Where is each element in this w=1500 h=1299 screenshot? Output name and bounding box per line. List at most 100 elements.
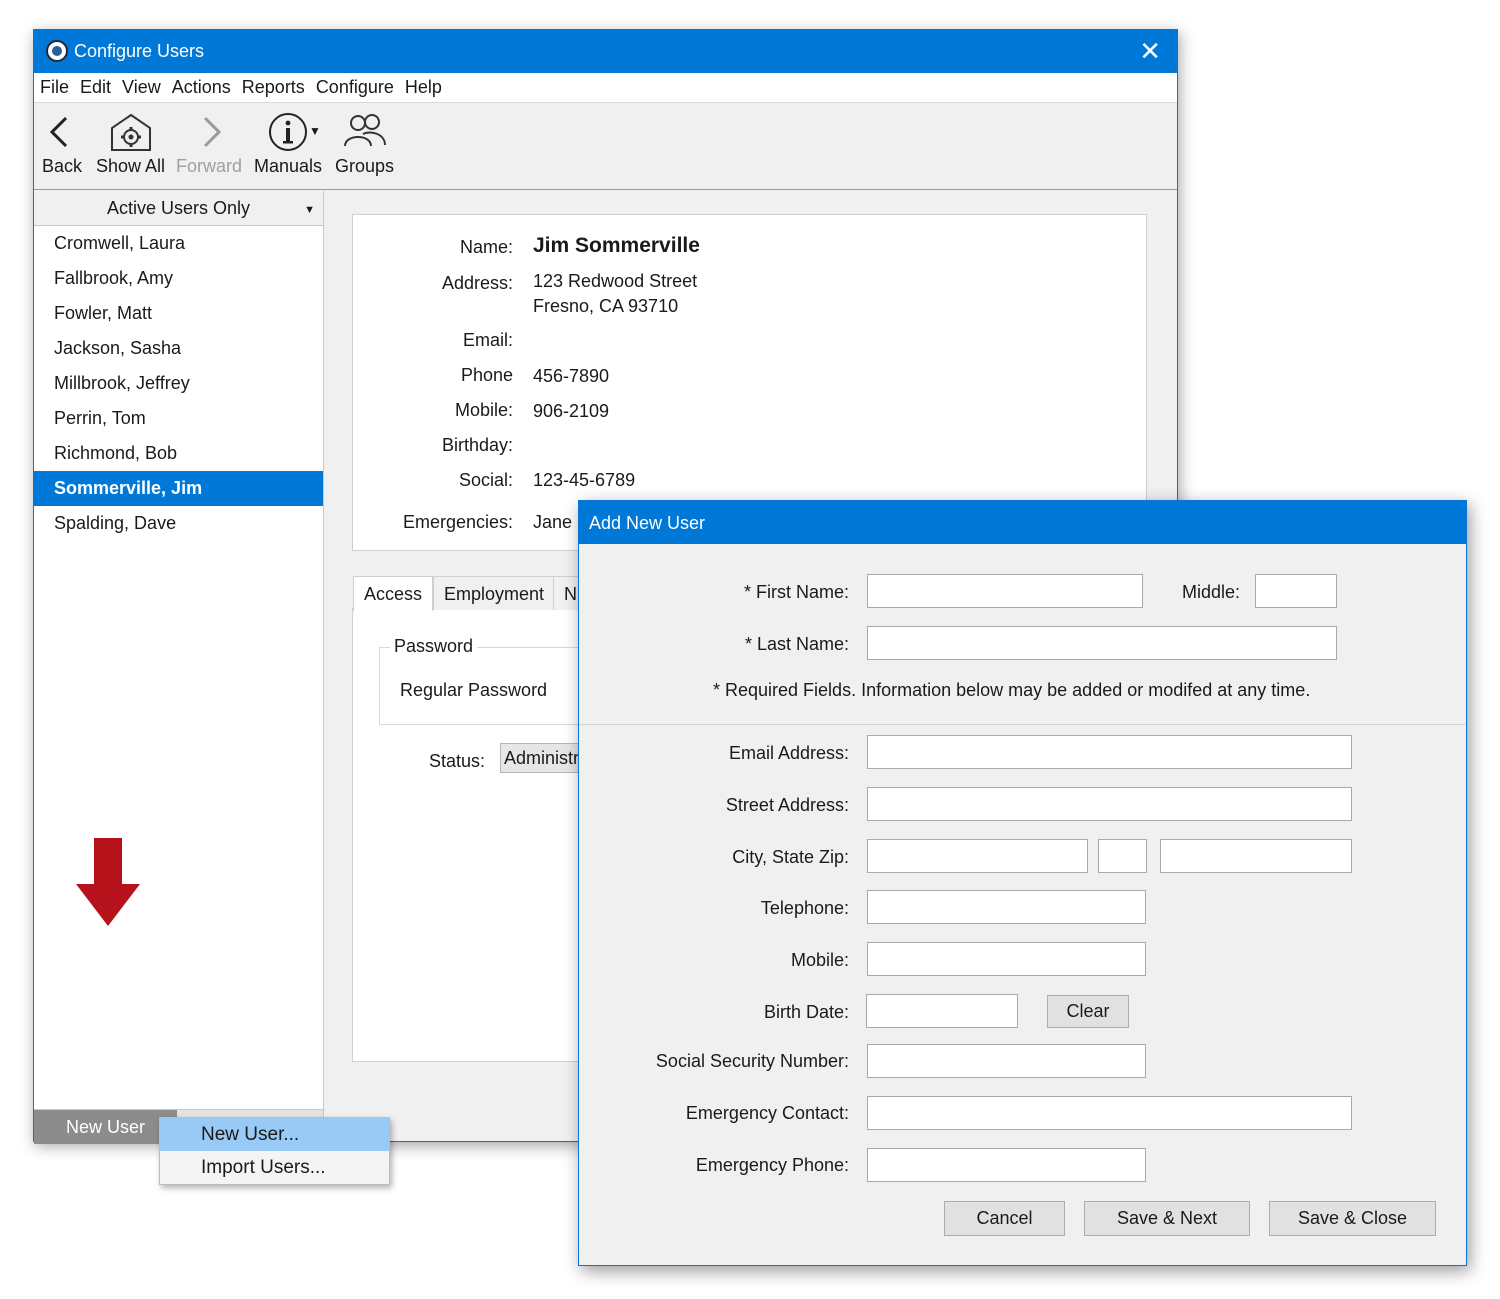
- show-all-button[interactable]: Show All: [96, 112, 165, 177]
- birth-date-input[interactable]: [866, 994, 1018, 1028]
- forward-arrow-icon: [203, 116, 222, 148]
- city-input[interactable]: [867, 839, 1088, 873]
- menu-help[interactable]: Help: [405, 77, 442, 98]
- address-line2-value: Fresno, CA 93710: [533, 296, 679, 316]
- red-down-arrow-icon: [76, 838, 140, 926]
- groups-button[interactable]: Groups: [335, 112, 394, 177]
- menu-reports[interactable]: Reports: [242, 77, 305, 98]
- ssn-input[interactable]: [867, 1044, 1146, 1078]
- city-state-zip-label: City, State Zip:: [732, 847, 849, 867]
- social-label: Social:: [458, 470, 513, 490]
- password-group-title: Password: [390, 636, 478, 657]
- back-label: Back: [42, 156, 83, 176]
- mobile-label: Mobile:: [790, 950, 849, 970]
- name-label: Name:: [459, 237, 513, 257]
- close-icon[interactable]: ✕: [1139, 36, 1161, 66]
- menu-file[interactable]: File: [40, 77, 69, 98]
- emergency-contact-input[interactable]: [867, 1096, 1352, 1130]
- back-button[interactable]: Back: [42, 112, 82, 177]
- name-value: Jim Sommerville: [533, 234, 700, 257]
- new-user-popup-menu: New User... Import Users...: [159, 1117, 390, 1185]
- add-new-user-dialog: Add New User * First Name: Middle: * Las…: [578, 500, 1467, 1266]
- menu-item-import-users[interactable]: Import Users...: [160, 1151, 389, 1184]
- menu-item-new-user[interactable]: New User...: [160, 1118, 389, 1151]
- user-filter-select[interactable]: Active Users Only ▼: [34, 191, 323, 226]
- back-arrow-icon: [49, 116, 68, 148]
- emergency-phone-input[interactable]: [867, 1148, 1146, 1182]
- cancel-button[interactable]: Cancel: [944, 1201, 1065, 1236]
- phone-value: 456-7890: [533, 366, 610, 386]
- show-all-label: Show All: [96, 156, 166, 176]
- address-line1-value: 123 Redwood Street: [533, 271, 698, 291]
- user-filter-value: Active Users Only: [106, 198, 251, 218]
- form-divider: [579, 724, 1466, 725]
- chevron-down-icon: ▼: [304, 204, 315, 216]
- phone-label: Phone: [460, 365, 513, 385]
- birthday-label: Birthday:: [441, 435, 513, 455]
- telephone-label: Telephone:: [760, 898, 849, 918]
- mobile-input[interactable]: [867, 942, 1146, 976]
- status-label: Status:: [429, 751, 486, 771]
- user-list-item[interactable]: Perrin, Tom: [34, 401, 323, 436]
- house-gear-icon: [110, 113, 151, 151]
- last-name-input[interactable]: [867, 626, 1337, 660]
- emergency-phone-label: Emergency Phone:: [695, 1155, 849, 1175]
- required-fields-note: * Required Fields. Information below may…: [713, 680, 1311, 700]
- app-logo-icon: [46, 40, 68, 62]
- forward-label: Forward: [176, 156, 243, 176]
- menu-bar: File Edit View Actions Reports Configure…: [34, 73, 1177, 103]
- user-list-item-selected[interactable]: Sommerville, Jim: [34, 471, 323, 506]
- emergency-contact-label: Emergency Contact:: [685, 1103, 849, 1123]
- manuals-button[interactable]: Manuals: [254, 112, 322, 177]
- dialog-title: Add New User: [589, 513, 706, 533]
- user-list-item[interactable]: Millbrook, Jeffrey: [34, 366, 323, 401]
- menu-configure[interactable]: Configure: [316, 77, 394, 98]
- birth-date-label: Birth Date:: [763, 1002, 849, 1022]
- groups-label: Groups: [335, 156, 395, 176]
- user-list-item[interactable]: Fallbrook, Amy: [34, 261, 323, 296]
- forward-button[interactable]: Forward: [176, 112, 242, 177]
- state-input[interactable]: [1098, 839, 1147, 873]
- email-address-label: Email Address:: [728, 743, 849, 763]
- user-list-item[interactable]: Spalding, Dave: [34, 506, 323, 541]
- menu-edit[interactable]: Edit: [80, 77, 111, 98]
- user-list: Cromwell, Laura Fallbrook, Amy Fowler, M…: [34, 226, 323, 541]
- street-address-input[interactable]: [867, 787, 1352, 821]
- people-group-icon: [343, 114, 386, 147]
- dialog-title-bar[interactable]: Add New User: [579, 501, 1466, 544]
- mobile-value: 906-2109: [533, 401, 610, 421]
- info-icon: [269, 113, 308, 151]
- tab-access[interactable]: Access: [353, 576, 434, 611]
- email-label: Email:: [462, 330, 513, 350]
- menu-view[interactable]: View: [122, 77, 161, 98]
- manuals-label: Manuals: [254, 156, 323, 176]
- first-name-label: * First Name:: [743, 582, 849, 602]
- user-list-item[interactable]: Jackson, Sasha: [34, 331, 323, 366]
- ssn-label: Social Security Number:: [655, 1051, 849, 1071]
- user-list-item[interactable]: Richmond, Bob: [34, 436, 323, 471]
- user-sidebar: Active Users Only ▼ Cromwell, Laura Fall…: [34, 191, 324, 1144]
- save-next-button[interactable]: Save & Next: [1084, 1201, 1250, 1236]
- password-type-text: Regular Password: [400, 680, 548, 700]
- middle-name-input[interactable]: [1255, 574, 1337, 608]
- mobile-label: Mobile:: [454, 400, 513, 420]
- email-address-input[interactable]: [867, 735, 1352, 769]
- tab-employment[interactable]: Employment: [433, 576, 556, 610]
- address-label: Address:: [441, 273, 513, 293]
- last-name-label: * Last Name:: [744, 634, 849, 654]
- social-value: 123-45-6789: [533, 470, 636, 490]
- save-close-button[interactable]: Save & Close: [1269, 1201, 1436, 1236]
- emergencies-label: Emergencies:: [402, 512, 513, 532]
- new-user-button[interactable]: New User: [34, 1110, 177, 1144]
- telephone-input[interactable]: [867, 890, 1146, 924]
- window-title: Configure Users: [74, 41, 205, 61]
- clear-button[interactable]: Clear: [1047, 995, 1129, 1028]
- manuals-dropdown-caret-icon[interactable]: ▼: [309, 124, 321, 138]
- menu-actions[interactable]: Actions: [172, 77, 231, 98]
- user-list-item[interactable]: Fowler, Matt: [34, 296, 323, 331]
- first-name-input[interactable]: [867, 574, 1143, 608]
- user-list-item[interactable]: Cromwell, Laura: [34, 226, 323, 261]
- title-bar[interactable]: Configure Users ✕: [34, 30, 1177, 73]
- zip-input[interactable]: [1160, 839, 1352, 873]
- middle-label: Middle:: [1181, 582, 1240, 602]
